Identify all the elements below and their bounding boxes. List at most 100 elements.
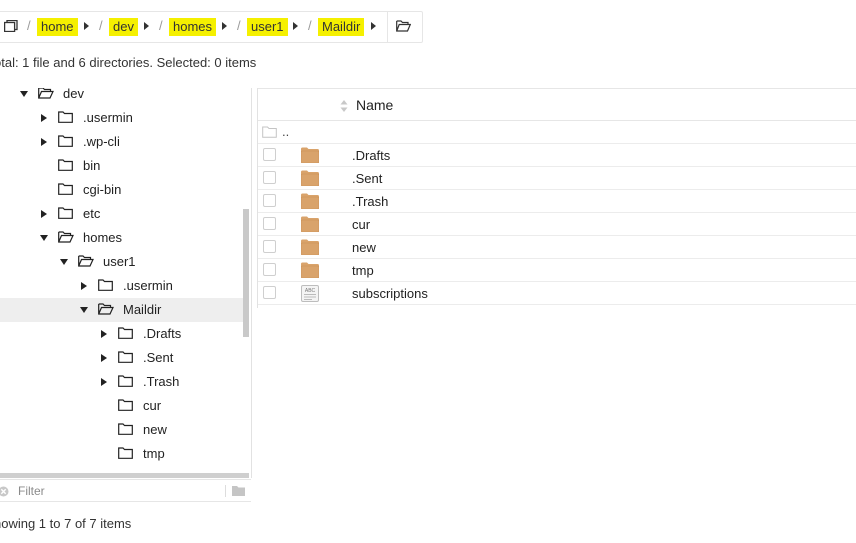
tree-item[interactable]: .Drafts xyxy=(0,322,249,346)
tree-item-label: .usermin xyxy=(123,278,173,293)
folder-icon xyxy=(118,423,133,435)
folder-icon xyxy=(118,375,133,387)
caret-down-icon[interactable] xyxy=(80,307,88,313)
column-header-name[interactable]: Name xyxy=(356,97,393,113)
row-checkbox[interactable] xyxy=(263,194,276,207)
root-folder-icon[interactable] xyxy=(4,20,18,32)
folder-icon xyxy=(301,147,319,163)
breadcrumb-user1[interactable]: user1 xyxy=(247,18,288,36)
folder-icon xyxy=(98,279,113,291)
tree-item[interactable]: homes xyxy=(0,226,249,250)
caret-right-icon[interactable] xyxy=(41,114,47,122)
caret-right-icon[interactable] xyxy=(101,354,107,362)
tree-item-label: .Trash xyxy=(143,374,180,389)
row-checkbox[interactable] xyxy=(263,148,276,161)
clear-filter-icon[interactable] xyxy=(0,486,9,497)
caret-right-icon[interactable] xyxy=(41,210,47,218)
breadcrumb-maildir[interactable]: Maildir xyxy=(318,18,365,36)
tree-item-label: etc xyxy=(83,206,101,221)
file-row[interactable]: .Trash xyxy=(258,190,856,213)
tree-item[interactable]: .usermin xyxy=(0,106,249,130)
folder-icon xyxy=(301,239,319,255)
file-row[interactable]: .Sent xyxy=(258,167,856,190)
file-name[interactable]: .Drafts xyxy=(352,148,390,163)
tree-item[interactable]: .Sent xyxy=(0,346,249,370)
file-name[interactable]: subscriptions xyxy=(352,286,428,301)
breadcrumb: / home / dev / homes / user1 / Maildir xyxy=(0,11,423,43)
folder-icon xyxy=(118,351,133,363)
divider xyxy=(225,485,226,497)
vertical-scrollbar[interactable] xyxy=(243,209,249,337)
folder-icon xyxy=(301,170,319,186)
folder-open-icon xyxy=(396,20,411,32)
folder-icon xyxy=(58,111,73,123)
tree-item[interactable]: .Trash xyxy=(0,370,249,394)
tree-item-label: Maildir xyxy=(123,302,162,317)
file-name[interactable]: cur xyxy=(352,217,370,232)
tree-item[interactable]: etc xyxy=(0,202,249,226)
file-row[interactable]: .Drafts xyxy=(258,144,856,167)
tree-item[interactable]: cgi-bin xyxy=(0,178,249,202)
row-checkbox[interactable] xyxy=(263,217,276,230)
caret-right-icon[interactable] xyxy=(81,282,87,290)
folder-icon xyxy=(301,216,319,232)
file-row[interactable]: new xyxy=(258,236,856,259)
folder-outline-icon xyxy=(262,126,277,138)
horizontal-scrollbar[interactable] xyxy=(0,473,249,478)
breadcrumb-home[interactable]: home xyxy=(37,18,78,36)
tree-item[interactable]: Maildir xyxy=(0,298,249,322)
tree-item[interactable]: cur xyxy=(0,394,249,418)
breadcrumb-dev[interactable]: dev xyxy=(109,18,138,36)
row-checkbox[interactable] xyxy=(263,263,276,276)
tree-item[interactable]: dev xyxy=(0,88,249,106)
caret-right-icon[interactable] xyxy=(101,378,107,386)
tree-item[interactable]: bin xyxy=(0,154,249,178)
file-name[interactable]: tmp xyxy=(352,263,374,278)
file-row[interactable]: ABC subscriptions xyxy=(258,282,856,305)
breadcrumb-separator: / xyxy=(159,18,163,33)
tree-item-label: .usermin xyxy=(83,110,133,125)
file-name[interactable]: .Trash xyxy=(352,194,388,209)
folder-icon xyxy=(58,183,73,195)
caret-down-icon[interactable] xyxy=(40,235,48,241)
sort-icon[interactable] xyxy=(340,99,348,113)
caret-right-icon[interactable] xyxy=(101,330,107,338)
tree-item-label: dev xyxy=(63,88,84,101)
tree-item-label: homes xyxy=(83,230,123,245)
chevron-right-icon[interactable] xyxy=(371,22,376,30)
caret-down-icon[interactable] xyxy=(20,91,28,97)
tree-item[interactable]: new xyxy=(0,418,249,442)
folder-icon xyxy=(58,135,73,147)
tree-item[interactable]: user1 xyxy=(0,250,249,274)
tree-item[interactable]: .wp-cli xyxy=(0,130,249,154)
folder-icon xyxy=(301,262,319,278)
chevron-right-icon[interactable] xyxy=(222,22,227,30)
folder-icon[interactable] xyxy=(232,485,245,496)
open-folder-button[interactable] xyxy=(387,12,424,42)
folder-icon xyxy=(58,159,73,171)
caret-down-icon[interactable] xyxy=(60,259,68,265)
row-checkbox[interactable] xyxy=(263,171,276,184)
file-row[interactable]: tmp xyxy=(258,259,856,282)
parent-directory-label: .. xyxy=(282,124,290,139)
file-list: Name .. .Drafts .Sent .Trash cur new tmp ABC su… xyxy=(257,88,856,308)
filter-input[interactable] xyxy=(16,483,200,499)
file-name[interactable]: new xyxy=(352,240,376,255)
chevron-right-icon[interactable] xyxy=(84,22,89,30)
row-checkbox[interactable] xyxy=(263,240,276,253)
breadcrumb-homes[interactable]: homes xyxy=(169,18,217,36)
file-name[interactable]: .Sent xyxy=(352,171,382,186)
folder-open-icon xyxy=(38,88,54,99)
tree-item[interactable]: .usermin xyxy=(0,274,249,298)
chevron-right-icon[interactable] xyxy=(144,22,149,30)
parent-directory-row[interactable]: .. xyxy=(258,121,856,144)
caret-right-icon[interactable] xyxy=(41,138,47,146)
folder-open-icon xyxy=(58,231,74,243)
file-row[interactable]: cur xyxy=(258,213,856,236)
tree-item[interactable]: tmp xyxy=(0,442,249,466)
row-checkbox[interactable] xyxy=(263,286,276,299)
text-file-icon: ABC xyxy=(301,285,319,302)
breadcrumb-separator: / xyxy=(237,18,241,33)
tree-item-label: .Drafts xyxy=(143,326,182,341)
chevron-right-icon[interactable] xyxy=(293,22,298,30)
